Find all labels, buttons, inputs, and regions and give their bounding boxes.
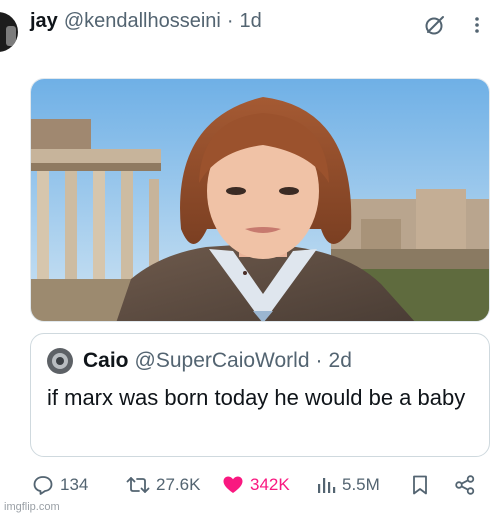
quoted-time: 2d (328, 349, 352, 372)
views-count: 5.5M (342, 475, 380, 494)
tweet-header: jay @kendallhosseini · 1d (30, 10, 262, 40)
like-count: 342K (250, 475, 290, 494)
repost-icon (126, 477, 150, 493)
views-button[interactable]: 5.5M (316, 470, 380, 500)
bookmark-button[interactable] (410, 470, 430, 500)
grok-icon[interactable] (424, 14, 446, 36)
share-icon (455, 475, 475, 495)
reply-icon (33, 476, 53, 495)
quoted-separator: · (315, 349, 323, 372)
tweet[interactable]: jay @kendallhosseini · 1d Caio @SuperCai… (0, 0, 500, 516)
separator: · (226, 10, 234, 32)
quoted-avatar (47, 348, 73, 374)
reply-button[interactable]: 134 (32, 470, 88, 500)
like-button[interactable]: 342K (222, 470, 290, 500)
quoted-author-name: Caio (83, 349, 129, 372)
author-avatar[interactable] (0, 12, 18, 52)
views-icon (318, 478, 336, 493)
like-icon (223, 476, 243, 493)
action-bar: 134 27.6K 342K 5.5M (30, 470, 490, 500)
repost-button[interactable]: 27.6K (126, 470, 200, 500)
watermark: imgflip.com (4, 501, 60, 513)
quoted-author-handle: @SuperCaioWorld (134, 349, 310, 372)
quoted-tweet[interactable]: Caio @SuperCaioWorld · 2d if marx was bo… (30, 333, 490, 457)
repost-count: 27.6K (156, 475, 201, 494)
quoted-text: if marx was born today he would be a bab… (47, 385, 466, 410)
tweet-time[interactable]: 1d (240, 10, 262, 33)
tweet-image[interactable] (30, 78, 490, 322)
reply-count: 134 (60, 475, 89, 494)
more-icon[interactable] (472, 14, 482, 36)
author-handle[interactable]: @kendallhosseini (64, 10, 221, 33)
quoted-header: Caio @SuperCaioWorld · 2d (47, 348, 352, 374)
bookmark-icon (413, 475, 427, 495)
author-name[interactable]: jay (30, 10, 58, 33)
share-button[interactable] (454, 470, 476, 500)
